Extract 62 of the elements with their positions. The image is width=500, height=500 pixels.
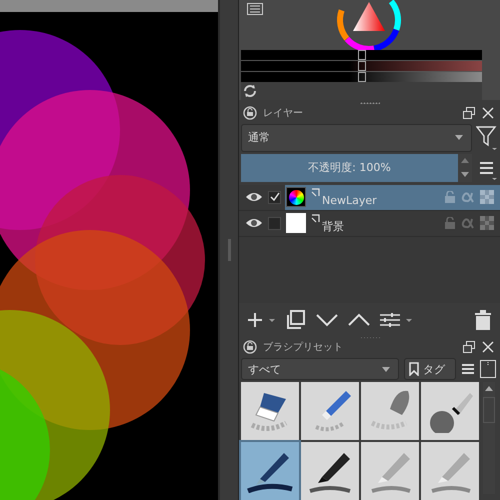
close-icon[interactable] [482,106,494,118]
menu-icon[interactable] [461,363,475,375]
trash-icon[interactable] [474,310,492,330]
slider-handle[interactable] [358,50,366,60]
brush-preset-tile[interactable] [301,442,359,500]
docker-grip[interactable] [360,334,380,338]
opacity-value: 不透明度: 100% [307,160,392,175]
dropdown-arrow-icon [455,135,463,140]
checker-icon[interactable] [480,190,494,204]
checkmark-icon [270,192,280,202]
color-slider[interactable] [241,50,482,60]
layer-thumbnail [286,213,306,233]
color-slider[interactable] [241,72,482,82]
filter-icon[interactable] [476,124,498,150]
scroll-up-icon[interactable] [485,386,493,391]
lock-icon[interactable] [243,340,257,354]
duplicate-icon[interactable] [285,308,307,330]
brush-preset-tile[interactable] [421,382,479,440]
float-icon[interactable] [462,106,476,120]
add-icon[interactable] [247,312,277,328]
scroll-thumb[interactable] [483,397,495,423]
tag-button[interactable]: タグ [404,358,456,380]
layer-name: 背景 [322,218,344,234]
checker-icon[interactable] [480,216,494,230]
refresh-icon[interactable] [243,84,257,98]
eye-icon[interactable] [245,217,263,229]
layer-row[interactable]: 背景 [239,210,500,236]
color-slider[interactable] [241,61,482,71]
bookmark-icon [409,362,419,376]
eye-icon[interactable] [245,191,263,203]
lock-icon[interactable] [243,106,257,120]
brush-preset-tile[interactable] [361,442,419,500]
float-icon[interactable] [462,340,476,354]
layer-type-icon [311,214,321,224]
docker-grip[interactable] [360,100,380,104]
layer-checkbox[interactable] [268,216,281,230]
opacity-slider[interactable]: 不透明度: 100% [241,154,458,182]
layer-type-icon [311,188,321,198]
layer-name: NewLayer [322,194,377,206]
docker-title: ブラシプリセット [263,340,343,354]
move-up-icon[interactable] [347,312,371,326]
spin-down-icon[interactable] [461,172,469,177]
brush-preset-tile[interactable] [361,382,419,440]
list-icon[interactable] [247,3,263,15]
close-icon[interactable] [482,341,494,353]
layer-row[interactable]: NewLayer [239,184,500,210]
dropdown-arrow-icon [382,366,390,372]
splitter-handle[interactable] [228,239,230,261]
scrollbar[interactable] [483,382,495,494]
brush-preset-tile[interactable] [421,442,479,500]
blend-mode-dropdown[interactable]: 通常 [241,124,472,152]
tag-filter-dropdown[interactable]: すべて [241,358,399,380]
brush-preset-tile[interactable] [301,382,359,440]
docker-title: レイヤー [263,106,303,120]
panel-icon[interactable] [480,360,496,378]
properties-icon[interactable] [379,312,415,328]
layer-thumbnail [286,187,306,207]
brush-preset-tile[interactable] [241,442,299,500]
slider-handle[interactable] [358,61,366,71]
brush-preset-tile[interactable] [241,382,299,440]
layer-checkbox[interactable] [268,190,281,204]
move-down-icon[interactable] [315,312,339,326]
